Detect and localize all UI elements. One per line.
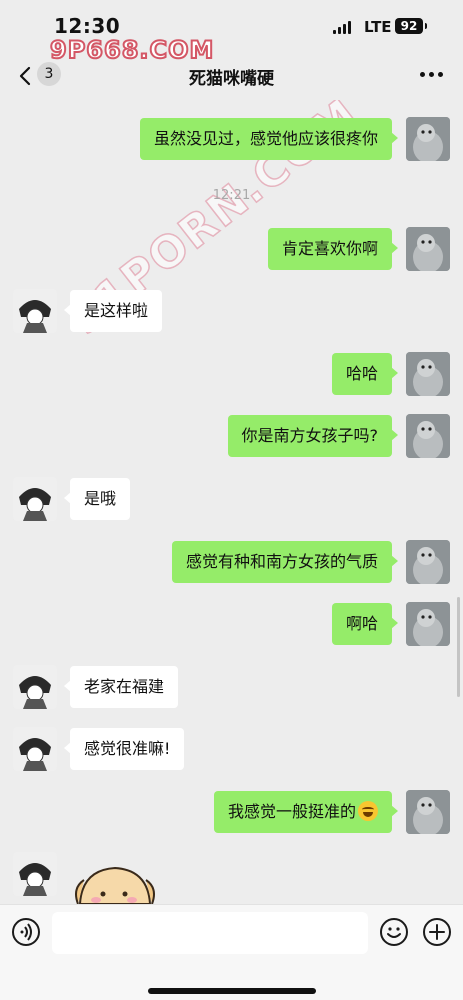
- message-bubble[interactable]: 我感觉一般挺准的: [213, 791, 399, 833]
- home-indicator[interactable]: [148, 988, 316, 994]
- message-bubble[interactable]: 感觉有种和南方女孩的气质: [171, 541, 399, 583]
- message-bubble[interactable]: 肯定喜欢你啊: [267, 228, 399, 270]
- message-text: 我感觉一般挺准的: [227, 802, 356, 821]
- input-bar: [0, 904, 463, 1000]
- message-row: 老家在福建: [0, 661, 463, 711]
- tears-of-joy-emoji: [358, 801, 378, 821]
- my-avatar[interactable]: [406, 540, 450, 584]
- battery-icon: 92: [395, 18, 427, 34]
- network-label: LTE: [364, 18, 392, 36]
- message-bubble[interactable]: 老家在福建: [63, 666, 179, 708]
- my-avatar[interactable]: [406, 352, 450, 396]
- more-dots-icon[interactable]: [420, 72, 444, 78]
- smiley-icon[interactable]: [379, 917, 409, 947]
- puppy-sticker[interactable]: [70, 860, 160, 904]
- scrollbar[interactable]: [457, 597, 460, 697]
- plus-icon[interactable]: [422, 917, 452, 947]
- message-bubble[interactable]: 感觉很准嘛!: [63, 728, 185, 770]
- message-row: 是这样啦: [0, 285, 463, 335]
- message-bubble[interactable]: 是哦: [63, 478, 131, 520]
- message-bubble[interactable]: 是这样啦: [63, 290, 163, 332]
- message-bubble[interactable]: 你是南方女孩子吗?: [227, 415, 398, 457]
- message-row: 哈哈: [0, 348, 463, 398]
- chat-title: 死猫咪嘴硬: [189, 69, 274, 89]
- message-input[interactable]: [52, 912, 368, 954]
- status-time: 12:30: [54, 14, 121, 38]
- contact-avatar[interactable]: [13, 477, 57, 521]
- voice-icon[interactable]: [11, 917, 41, 947]
- message-row: 感觉很准嘛!: [0, 723, 463, 773]
- my-avatar[interactable]: [406, 414, 450, 458]
- message-row: 啊哈: [0, 598, 463, 648]
- message-row: 我感觉一般挺准的: [0, 786, 463, 836]
- contact-avatar[interactable]: [13, 852, 57, 896]
- message-row: 感觉有种和南方女孩的气质: [0, 536, 463, 586]
- my-avatar[interactable]: [406, 227, 450, 271]
- chat-area[interactable]: 91PORN.COM 虽然没见过，感觉他应该很疼你 12:21 肯定喜欢你啊 是…: [0, 100, 463, 904]
- contact-avatar[interactable]: [13, 289, 57, 333]
- message-row: 你是南方女孩子吗?: [0, 410, 463, 460]
- chat-header: 3 死猫咪嘴硬: [0, 58, 463, 94]
- contact-avatar[interactable]: [13, 665, 57, 709]
- timestamp: 12:21: [212, 188, 251, 203]
- my-avatar[interactable]: [406, 790, 450, 834]
- message-bubble[interactable]: 啊哈: [331, 603, 399, 645]
- my-avatar[interactable]: [406, 117, 450, 161]
- contact-avatar[interactable]: [13, 727, 57, 771]
- message-bubble[interactable]: 虽然没见过，感觉他应该很疼你: [139, 118, 399, 160]
- signal-icon: [333, 20, 351, 34]
- message-row: 虽然没见过，感觉他应该很疼你: [0, 113, 463, 163]
- message-row: 是哦: [0, 473, 463, 523]
- message-row: 肯定喜欢你啊: [0, 223, 463, 273]
- message-bubble[interactable]: 哈哈: [331, 353, 399, 395]
- my-avatar[interactable]: [406, 602, 450, 646]
